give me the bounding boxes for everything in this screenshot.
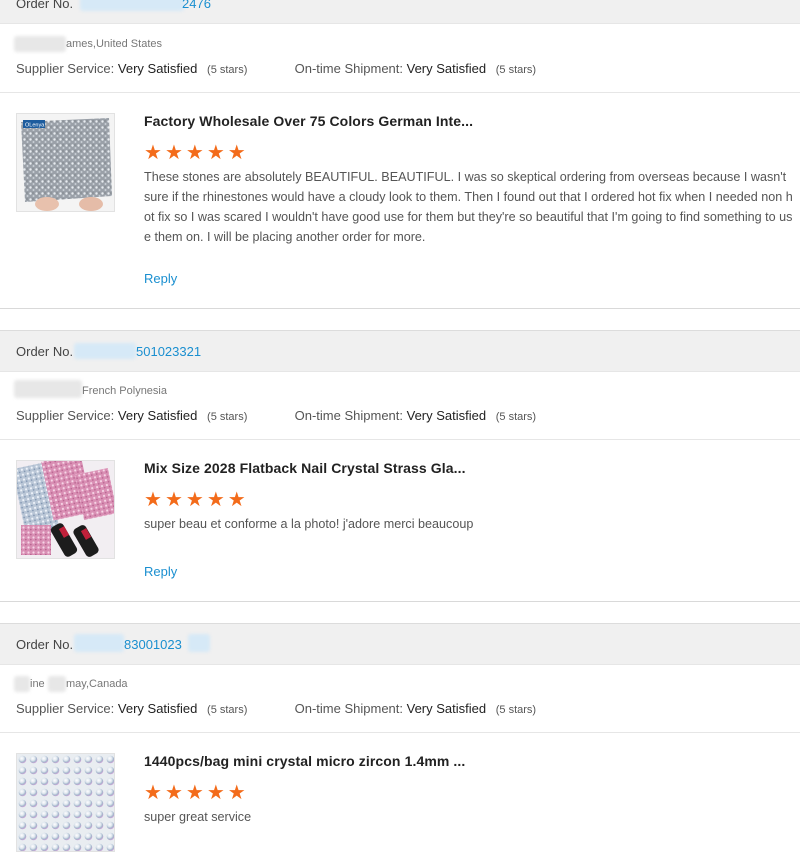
star-icon: ★ (164, 780, 183, 804)
order-number-link[interactable]: 501023321 (136, 344, 201, 359)
product-thumbnail[interactable] (16, 753, 115, 852)
buyer-name-redaction (48, 676, 66, 692)
star-icon: ★ (206, 140, 225, 164)
star-icon: ★ (206, 780, 225, 804)
order-label: Order No. (16, 0, 74, 11)
order-header-bar: Order No. 83001023 (0, 623, 800, 665)
buyer-name-redaction (14, 380, 82, 398)
product-thumbnail[interactable]: OLenya (16, 113, 115, 212)
supplier-service-label: Supplier Service: (16, 61, 115, 76)
divider (0, 732, 800, 733)
star-icon: ★ (164, 487, 183, 511)
order-number-link[interactable]: 83001023 (124, 637, 182, 652)
shipment-stars: (5 stars) (495, 411, 537, 423)
service-ratings: Supplier Service: Very Satisfied (5 star… (16, 408, 536, 423)
star-icon: ★ (227, 140, 246, 164)
supplier-service-stars: (5 stars) (207, 64, 248, 76)
star-icon: ★ (144, 140, 162, 164)
review-text: super beau et conforme a la photo! j'ado… (144, 517, 474, 531)
product-title-link[interactable]: Factory Wholesale Over 75 Colors German … (144, 113, 473, 129)
divider (0, 439, 800, 440)
order-number-redaction (188, 634, 210, 652)
order-header-bar: Order No. 2476 (0, 0, 800, 24)
product-title-link[interactable]: 1440pcs/bag mini crystal micro zircon 1.… (144, 753, 465, 769)
buyer-location: French Polynesia (82, 385, 167, 397)
order-number-redaction (74, 343, 136, 359)
service-ratings: Supplier Service: Very Satisfied (5 star… (16, 701, 536, 716)
shipment-value: Very Satisfied (406, 408, 487, 423)
order-number-redaction (74, 634, 124, 652)
supplier-service-stars: (5 stars) (207, 411, 248, 423)
order-header-bar: Order No. 501023321 (0, 330, 800, 372)
shipment-value: Very Satisfied (406, 701, 487, 716)
review-text: super great service (144, 810, 252, 824)
star-icon: ★ (144, 780, 162, 804)
reply-link[interactable]: Reply (144, 271, 177, 286)
divider (0, 601, 800, 602)
shipment-label: On-time Shipment: (294, 61, 403, 76)
divider (0, 308, 800, 309)
order-number-link[interactable]: 2476 (182, 0, 211, 11)
shipment-label: On-time Shipment: (294, 408, 403, 423)
supplier-service-label: Supplier Service: (16, 701, 115, 716)
star-rating: ★ ★ ★ ★ ★ (144, 489, 246, 509)
shipment-value: Very Satisfied (406, 61, 487, 76)
product-thumbnail[interactable] (16, 460, 115, 559)
star-rating: ★ ★ ★ ★ ★ (144, 142, 246, 162)
divider (0, 92, 800, 93)
product-title-link[interactable]: Mix Size 2028 Flatback Nail Crystal Stra… (144, 460, 466, 476)
buyer-first-name-fragment: ine (30, 678, 45, 690)
supplier-service-stars: (5 stars) (207, 704, 248, 716)
shipment-stars: (5 stars) (495, 704, 537, 716)
star-icon: ★ (185, 780, 204, 804)
thumbnail-brand: OLenya (25, 123, 45, 129)
star-rating: ★ ★ ★ ★ ★ (144, 782, 246, 802)
star-icon: ★ (227, 780, 246, 804)
star-icon: ★ (144, 487, 162, 511)
order-label: Order No. (16, 344, 74, 359)
star-icon: ★ (227, 487, 246, 511)
buyer-location: may,Canada (66, 678, 128, 690)
star-icon: ★ (206, 487, 225, 511)
order-number-redaction (80, 0, 184, 11)
supplier-service-value: Very Satisfied (117, 61, 198, 76)
star-icon: ★ (185, 140, 204, 164)
buyer-name-redaction (14, 36, 66, 52)
star-icon: ★ (164, 140, 183, 164)
supplier-service-value: Very Satisfied (117, 408, 198, 423)
buyer-name-redaction (14, 676, 30, 692)
supplier-service-value: Very Satisfied (117, 701, 198, 716)
order-label: Order No. (16, 637, 74, 652)
review-text: These stones are absolutely BEAUTIFUL. B… (144, 170, 793, 244)
reply-link[interactable]: Reply (144, 564, 177, 579)
star-icon: ★ (185, 487, 204, 511)
buyer-location: ames,United States (66, 38, 162, 50)
shipment-stars: (5 stars) (495, 64, 537, 76)
shipment-label: On-time Shipment: (294, 701, 403, 716)
supplier-service-label: Supplier Service: (16, 408, 115, 423)
service-ratings: Supplier Service: Very Satisfied (5 star… (16, 61, 536, 76)
